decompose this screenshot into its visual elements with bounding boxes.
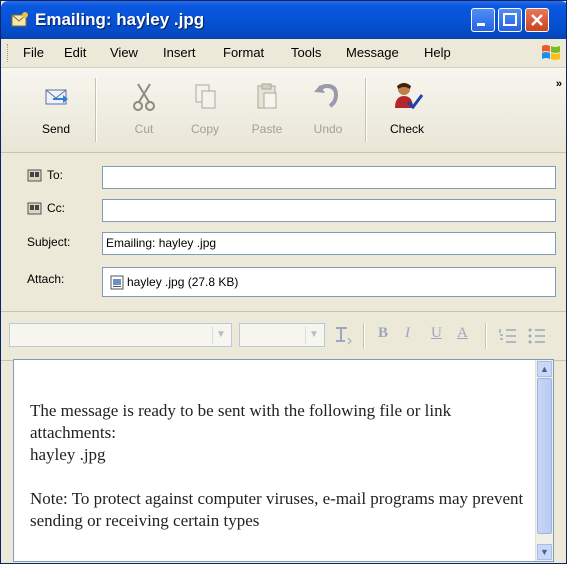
- menu-view[interactable]: View: [110, 45, 138, 60]
- scissors-icon: [133, 83, 155, 111]
- image-file-icon: [110, 275, 124, 290]
- underline-button[interactable]: U: [431, 325, 442, 342]
- font-name-select[interactable]: ▼: [9, 323, 232, 347]
- send-icon: [45, 89, 68, 105]
- minimize-icon: [477, 23, 485, 26]
- check-names-icon: [395, 83, 424, 110]
- menu-grip: [7, 44, 11, 62]
- message-line: The message is ready to be sent with the…: [30, 401, 452, 442]
- message-text: The message is ready to be sent with the…: [30, 400, 530, 532]
- undo-label: Undo: [313, 122, 343, 136]
- attachment-name[interactable]: hayley .jpg (27.8 KB): [127, 275, 238, 289]
- compose-window: Emailing: hayley .jpg File Edit View Ins…: [0, 0, 567, 564]
- bulleted-list-icon[interactable]: [527, 326, 547, 346]
- paste-button[interactable]: Paste: [237, 78, 297, 148]
- to-label: To:: [47, 168, 64, 182]
- message-body[interactable]: The message is ready to be sent with the…: [13, 359, 554, 562]
- send-button[interactable]: Send: [26, 78, 86, 148]
- italic-button[interactable]: I: [405, 325, 410, 342]
- toolbar-separator: [363, 323, 365, 349]
- menu-message[interactable]: Message: [346, 45, 399, 60]
- font-color-button[interactable]: A: [457, 325, 468, 342]
- cc-field[interactable]: [102, 199, 556, 222]
- subject-field[interactable]: Emailing: hayley .jpg: [102, 232, 556, 255]
- subject-label: Subject:: [27, 235, 71, 249]
- check-button[interactable]: Check: [377, 78, 437, 148]
- paragraph-style-icon[interactable]: [333, 325, 353, 345]
- address-book-icon[interactable]: [27, 202, 42, 215]
- cc-label: Cc:: [47, 201, 65, 215]
- chevron-down-icon: ▼: [212, 326, 229, 344]
- font-size-select[interactable]: ▼: [239, 323, 325, 347]
- attach-label: Attach:: [27, 272, 65, 286]
- copy-button[interactable]: Copy: [175, 78, 235, 148]
- paste-label: Paste: [251, 122, 283, 136]
- attachment-filename: hayley .jpg: [30, 445, 106, 464]
- vertical-scrollbar[interactable]: ▲ ▼: [535, 360, 553, 561]
- message-headers: To: Cc: Subject: Emailing: hayley .jpg A…: [1, 153, 566, 305]
- formatting-toolbar: ▼ ▼ B I U A: [1, 311, 566, 361]
- numbered-list-icon[interactable]: [498, 326, 518, 346]
- scroll-up-arrow-icon[interactable]: ▲: [537, 361, 552, 377]
- close-button[interactable]: [525, 8, 549, 32]
- menu-format[interactable]: Format: [223, 45, 264, 60]
- window-title: Emailing: hayley .jpg: [35, 10, 205, 29]
- scroll-down-arrow-icon[interactable]: ▼: [537, 544, 552, 560]
- bold-button[interactable]: B: [378, 325, 388, 342]
- menu-bar: File Edit View Insert Format Tools Messa…: [1, 39, 566, 68]
- undo-icon: [314, 83, 339, 108]
- menu-edit[interactable]: Edit: [64, 45, 86, 60]
- attach-field[interactable]: hayley .jpg (27.8 KB): [102, 267, 556, 297]
- maximize-button[interactable]: [498, 8, 522, 32]
- minimize-button[interactable]: [471, 8, 495, 32]
- menu-tools[interactable]: Tools: [291, 45, 321, 60]
- to-field[interactable]: [102, 166, 556, 189]
- maximize-icon: [503, 13, 517, 26]
- windows-logo-icon: [542, 45, 560, 60]
- scroll-thumb[interactable]: [537, 378, 552, 534]
- toolbar-separator: [365, 78, 367, 142]
- title-bar[interactable]: Emailing: hayley .jpg: [1, 1, 566, 39]
- cut-label: Cut: [134, 122, 154, 136]
- cut-button[interactable]: Cut: [114, 78, 174, 148]
- toolbar-separator: [95, 78, 97, 142]
- chevron-down-icon: ▼: [305, 326, 322, 344]
- menu-help[interactable]: Help: [424, 45, 451, 60]
- undo-button[interactable]: Undo: [298, 78, 358, 148]
- send-label: Send: [41, 122, 71, 136]
- menu-insert[interactable]: Insert: [163, 45, 196, 60]
- toolbar: Send Cut Copy Paste Undo Check »: [1, 68, 566, 153]
- toolbar-separator: [485, 323, 487, 349]
- envelope-icon: [11, 12, 28, 27]
- close-icon: [531, 14, 543, 26]
- check-label: Check: [389, 122, 424, 136]
- copy-icon: [195, 84, 216, 109]
- toolbar-overflow-button[interactable]: »: [556, 78, 562, 90]
- clipboard-icon: [257, 83, 277, 109]
- message-line: Note: To protect against computer viruse…: [30, 489, 524, 530]
- address-book-icon[interactable]: [27, 169, 42, 182]
- menu-file[interactable]: File: [23, 45, 44, 60]
- copy-label: Copy: [190, 122, 219, 136]
